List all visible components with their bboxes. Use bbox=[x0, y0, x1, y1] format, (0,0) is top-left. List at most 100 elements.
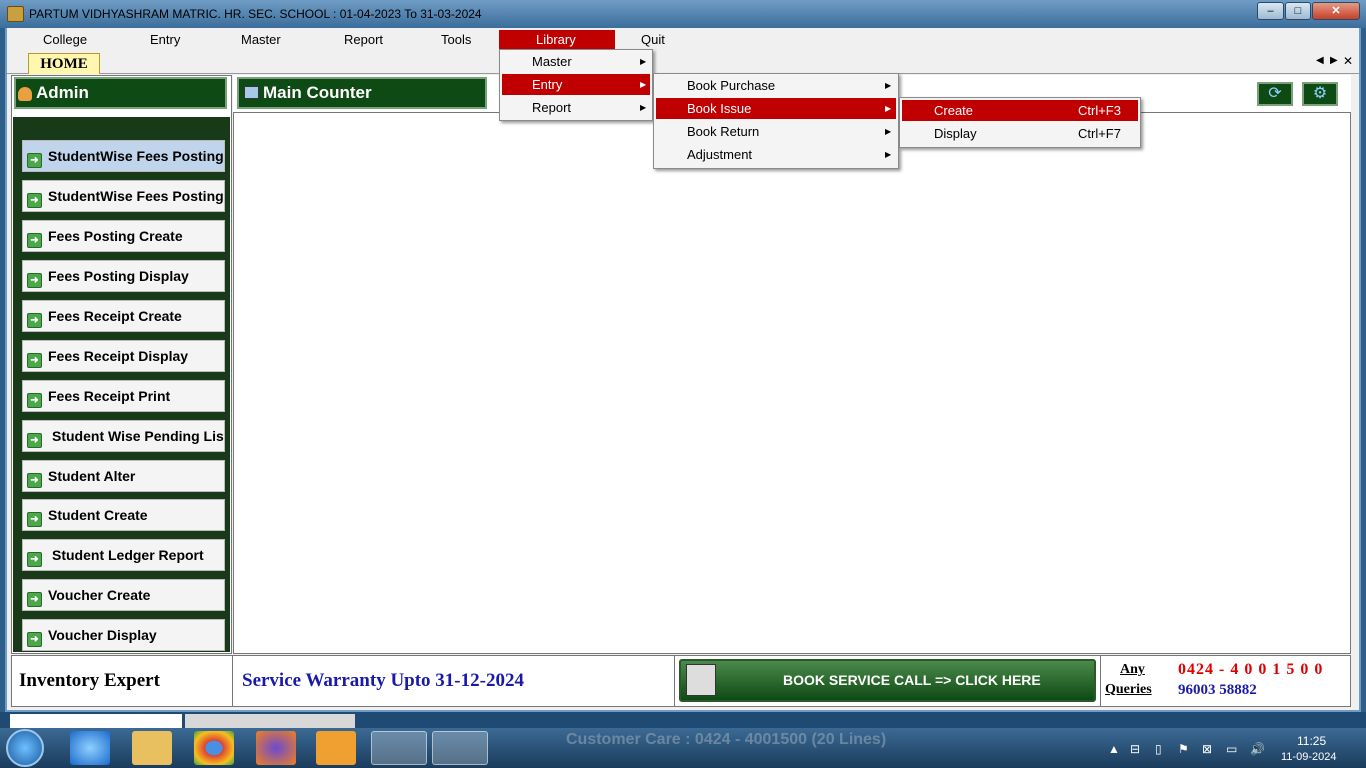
arrow-right-icon: ➜ bbox=[27, 592, 42, 607]
refresh-icon: ⟳ bbox=[1268, 85, 1282, 102]
media-player-icon[interactable] bbox=[316, 731, 356, 765]
arrow-right-icon: ➜ bbox=[27, 512, 42, 527]
close-button[interactable]: ✕ bbox=[1312, 2, 1360, 20]
internet-explorer-icon[interactable] bbox=[70, 731, 110, 765]
submenu-arrow-icon: ▶ bbox=[640, 103, 647, 112]
library-menu-entry[interactable]: Entry ▶ bbox=[502, 74, 650, 95]
list-item[interactable]: ➜ Student Ledger Report bbox=[22, 539, 225, 571]
customer-care-ticker: Customer Care : 0424 - 4001500 (20 Lines… bbox=[566, 731, 887, 748]
list-item[interactable]: ➜Student Wise Pending List Report bbox=[22, 420, 225, 452]
gear-icon: ⚙ bbox=[1312, 85, 1328, 102]
title-bar: PARTUM VIDHYASHRAM MATRIC. HR. SEC. SCHO… bbox=[0, 0, 1366, 28]
arrow-right-icon: ➜ bbox=[27, 233, 42, 248]
clock-time[interactable]: 11:25 bbox=[1297, 734, 1326, 748]
menu-college[interactable]: College bbox=[43, 32, 87, 47]
any-label: Any bbox=[1120, 662, 1145, 677]
window-title: PARTUM VIDHYASHRAM MATRIC. HR. SEC. SCHO… bbox=[29, 7, 482, 21]
tab-prev-icon[interactable]: ◀ bbox=[1316, 55, 1324, 66]
taskbar-app-2[interactable] bbox=[432, 731, 488, 765]
library-menu-master[interactable]: Master ▶ bbox=[502, 51, 650, 72]
firefox-icon[interactable] bbox=[256, 731, 296, 765]
submenu-arrow-icon: ▶ bbox=[885, 104, 892, 113]
menu-tools[interactable]: Tools bbox=[441, 32, 471, 47]
arrow-right-icon: ➜ bbox=[27, 353, 42, 368]
list-item[interactable]: ➜ Student Create bbox=[22, 499, 225, 531]
issue-menu-display[interactable]: Display Ctrl+F7 bbox=[902, 123, 1138, 144]
submenu-arrow-icon: ▶ bbox=[885, 81, 892, 90]
library-menu-report[interactable]: Report ▶ bbox=[502, 97, 650, 118]
tab-home[interactable]: HOME bbox=[28, 53, 100, 74]
file-explorer-icon[interactable] bbox=[132, 731, 172, 765]
list-item[interactable]: ➜StudentWise Fees Posting Display bbox=[22, 180, 225, 212]
submenu-arrow-icon: ▶ bbox=[640, 80, 647, 89]
tray-network-icon[interactable]: ⊟ bbox=[1130, 742, 1140, 756]
list-item[interactable]: ➜ Student Alter bbox=[22, 460, 225, 492]
tab-close-icon[interactable]: ✕ bbox=[1343, 54, 1353, 68]
book-issue-submenu: Create Ctrl+F3 Display Ctrl+F7 bbox=[899, 97, 1141, 148]
footer-divider bbox=[232, 656, 233, 706]
footer-divider bbox=[674, 656, 675, 706]
monitor-icon bbox=[244, 86, 259, 99]
arrow-right-icon: ➜ bbox=[27, 193, 42, 208]
arrow-right-icon: ➜ bbox=[27, 273, 42, 288]
tray-battery-icon[interactable]: ▯ bbox=[1155, 742, 1162, 756]
arrow-right-icon: ➜ bbox=[27, 473, 42, 488]
entry-menu-book-issue[interactable]: Book Issue ▶ bbox=[656, 98, 896, 119]
start-button[interactable] bbox=[6, 729, 44, 767]
tray-arrow-icon[interactable]: ▲ bbox=[1108, 742, 1120, 756]
menu-report[interactable]: Report bbox=[344, 32, 383, 47]
product-name: Inventory Expert bbox=[19, 670, 160, 691]
list-item[interactable]: ➜ Voucher Create bbox=[22, 579, 225, 611]
warranty-text: Service Warranty Upto 31-12-2024 bbox=[242, 670, 524, 691]
menu-library[interactable]: Library bbox=[536, 32, 576, 47]
library-menu: Master ▶ Entry ▶ Report ▶ bbox=[499, 49, 653, 121]
shortcut-label: Ctrl+F7 bbox=[1078, 126, 1121, 141]
shortcut-label: Ctrl+F3 bbox=[1078, 103, 1121, 118]
main-counter-header: Main Counter bbox=[237, 77, 487, 109]
queries-label: Queries bbox=[1105, 682, 1152, 697]
maximize-button[interactable]: □ bbox=[1285, 2, 1311, 20]
tray-device-icon[interactable]: ⊠ bbox=[1202, 742, 1212, 756]
arrow-right-icon: ➜ bbox=[27, 433, 42, 448]
submenu-arrow-icon: ▶ bbox=[640, 57, 647, 66]
submenu-arrow-icon: ▶ bbox=[885, 150, 892, 159]
list-item[interactable]: ➜ Voucher Display bbox=[22, 619, 225, 651]
entry-menu-book-purchase[interactable]: Book Purchase ▶ bbox=[656, 75, 896, 96]
service-person-icon bbox=[686, 664, 716, 696]
phone-mobile: 96003 58882 bbox=[1178, 682, 1257, 698]
menu-quit[interactable]: Quit bbox=[641, 32, 665, 47]
entry-menu-book-return[interactable]: Book Return ▶ bbox=[656, 121, 896, 142]
phone-landline: 0424 - 4 0 0 1 5 0 0 bbox=[1178, 661, 1324, 678]
list-item[interactable]: ➜ Fees Receipt Create bbox=[22, 300, 225, 332]
list-item[interactable]: ➜StudentWise Fees Posting Create bbox=[22, 140, 225, 172]
tray-volume-icon[interactable]: 🔊 bbox=[1250, 742, 1265, 756]
tab-strip bbox=[7, 50, 1359, 74]
submenu-arrow-icon: ▶ bbox=[885, 127, 892, 136]
arrow-right-icon: ➜ bbox=[27, 153, 42, 168]
admin-header: Admin bbox=[14, 77, 227, 109]
user-icon bbox=[18, 87, 32, 101]
entry-submenu: Book Purchase ▶ Book Issue ▶ Book Return ▶ … bbox=[653, 73, 899, 169]
list-item[interactable]: ➜ Fees Posting Create bbox=[22, 220, 225, 252]
refresh-button[interactable]: ⟳ bbox=[1257, 82, 1293, 106]
book-service-call-button[interactable]: BOOK SERVICE CALL => CLICK HERE bbox=[679, 659, 1096, 702]
footer-divider bbox=[1100, 656, 1101, 706]
menu-master[interactable]: Master bbox=[241, 32, 281, 47]
chrome-icon[interactable] bbox=[194, 731, 234, 765]
tab-next-icon[interactable]: ▶ bbox=[1330, 55, 1338, 66]
entry-menu-adjustment[interactable]: Adjustment ▶ bbox=[656, 144, 896, 165]
clock-date[interactable]: 11-09-2024 bbox=[1281, 751, 1336, 763]
issue-menu-create[interactable]: Create Ctrl+F3 bbox=[902, 100, 1138, 121]
taskbar-app-1[interactable] bbox=[371, 731, 427, 765]
arrow-right-icon: ➜ bbox=[27, 393, 42, 408]
minimize-button[interactable]: – bbox=[1257, 2, 1284, 20]
tray-display-icon[interactable]: ▭ bbox=[1226, 742, 1237, 756]
settings-button[interactable]: ⚙ bbox=[1302, 82, 1338, 106]
menu-entry[interactable]: Entry bbox=[150, 32, 180, 47]
list-item[interactable]: ➜ Fees Receipt Display bbox=[22, 340, 225, 372]
menu-bar bbox=[7, 29, 1359, 50]
list-item[interactable]: ➜ Fees Posting Display bbox=[22, 260, 225, 292]
app-icon bbox=[7, 6, 24, 22]
tray-flag-icon[interactable]: ⚑ bbox=[1178, 742, 1189, 756]
list-item[interactable]: ➜ Fees Receipt Print bbox=[22, 380, 225, 412]
